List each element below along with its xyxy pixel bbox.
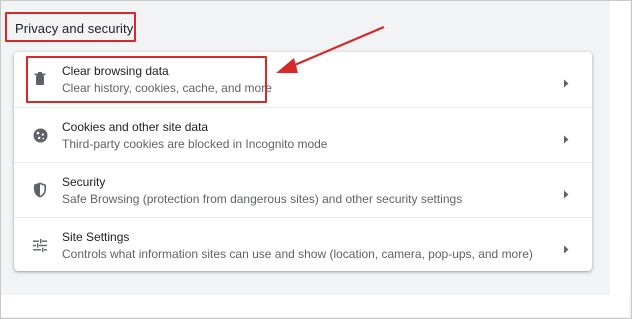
shield-icon xyxy=(32,182,48,198)
chevron-right-icon xyxy=(562,241,570,254)
row-site-settings[interactable]: Site Settings Controls what information … xyxy=(14,217,592,272)
row-subtitle: Third-party cookies are blocked in Incog… xyxy=(62,137,328,151)
chevron-right-icon xyxy=(562,186,570,199)
bottom-margin xyxy=(1,295,629,317)
chevron-right-icon xyxy=(562,131,570,144)
row-subtitle: Controls what information sites can use … xyxy=(62,247,533,261)
scrollbar-area xyxy=(610,1,630,295)
annotation-arrow-icon xyxy=(276,25,385,73)
row-cookies-site-data[interactable]: Cookies and other site data Third-party … xyxy=(14,107,592,162)
row-subtitle: Safe Browsing (protection from dangerous… xyxy=(62,192,463,206)
row-security[interactable]: Security Safe Browsing (protection from … xyxy=(14,162,592,217)
row-title: Site Settings xyxy=(62,230,130,244)
row-title: Cookies and other site data xyxy=(62,120,209,134)
chevron-right-icon xyxy=(562,75,570,88)
annotation-highlight-title xyxy=(5,12,136,42)
row-title: Security xyxy=(62,175,106,189)
cookie-icon xyxy=(32,127,48,143)
annotation-highlight-clear-browsing xyxy=(26,56,267,103)
sliders-icon xyxy=(32,237,48,253)
